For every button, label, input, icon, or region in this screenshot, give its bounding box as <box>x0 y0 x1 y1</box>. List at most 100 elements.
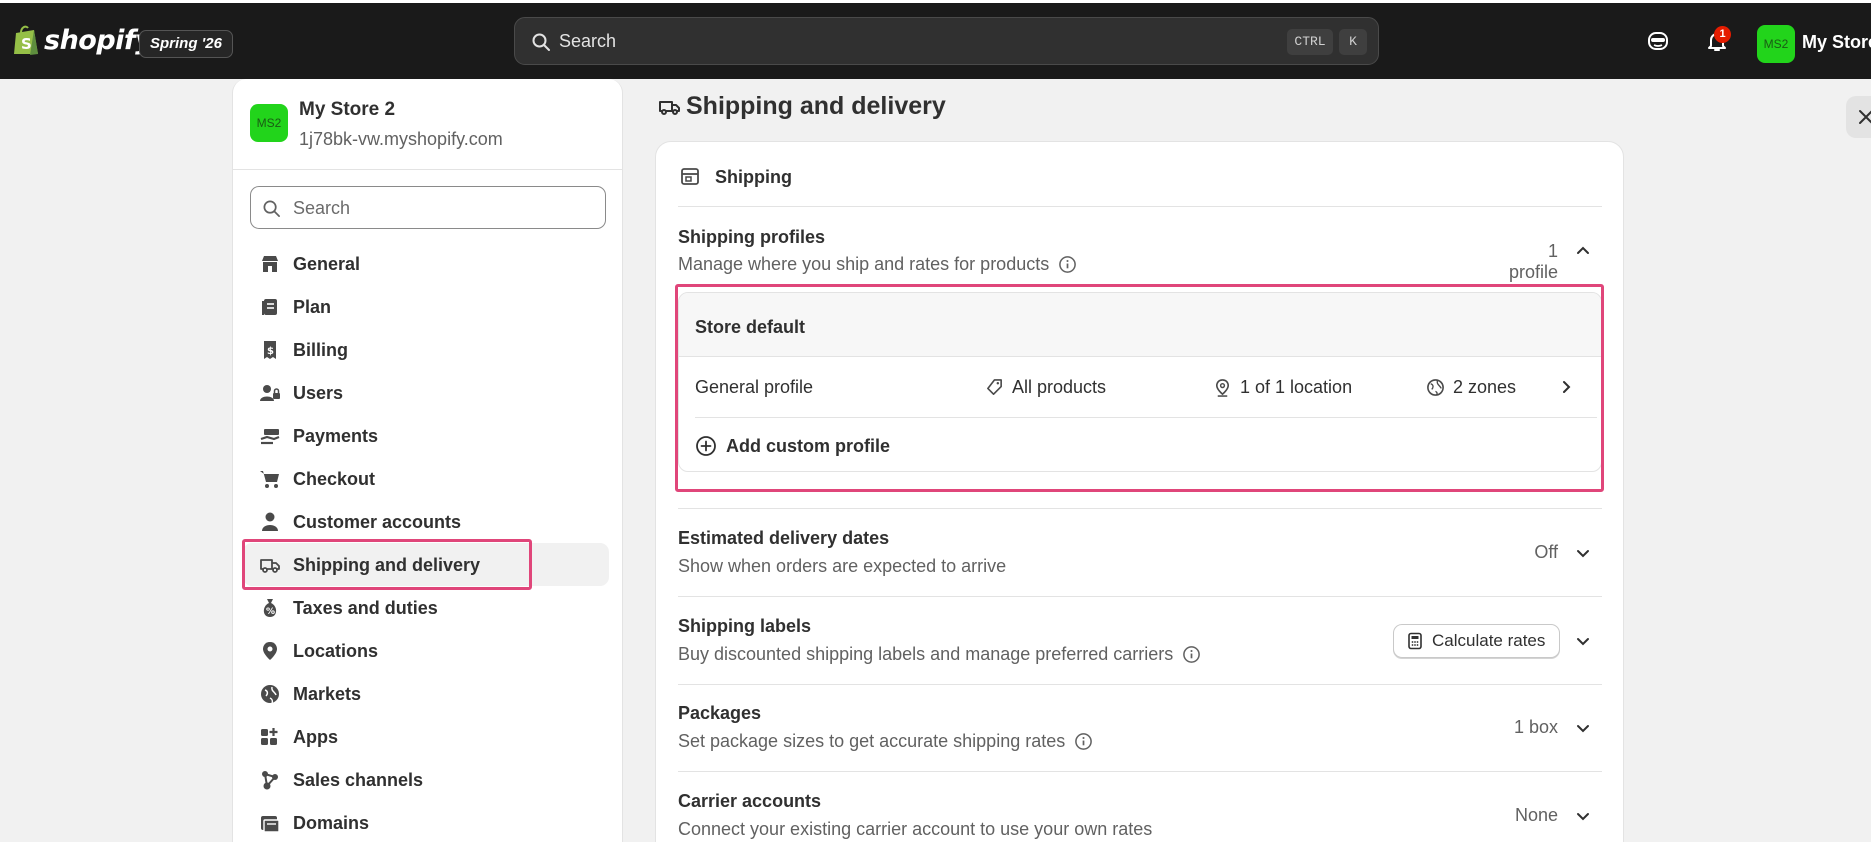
globe-icon <box>261 685 279 704</box>
shopify-bag-icon: S <box>14 25 38 55</box>
plan-icon <box>262 299 277 315</box>
shipping-card: Shipping Shipping profiles Manage where … <box>655 141 1624 842</box>
info-icon[interactable] <box>1058 255 1077 274</box>
truck-icon <box>659 100 680 115</box>
section-description: Buy discounted shipping labels and manag… <box>678 644 1201 665</box>
section-description: Set package sizes to get accurate shippi… <box>678 731 1093 752</box>
delivery-dates-section[interactable]: Estimated delivery dates Show when order… <box>678 528 1602 588</box>
sidekick-icon[interactable] <box>1646 29 1670 53</box>
store-avatar: MS2 <box>250 104 288 142</box>
shopify-logo[interactable]: S shopify <box>12 24 153 56</box>
page-title: Shipping and delivery <box>686 92 946 120</box>
profiles-list: Store default General profile All produc… <box>678 292 1602 472</box>
search-icon <box>263 200 280 217</box>
sidebar-item-domains[interactable]: Domains <box>243 801 609 842</box>
close-icon <box>1859 110 1871 124</box>
sidebar-item-general[interactable]: General <box>243 242 609 285</box>
settings-search-input[interactable]: Search <box>250 186 606 229</box>
section-title: Shipping profiles <box>678 227 825 247</box>
calculator-icon <box>1408 632 1422 650</box>
delivery-dates-status: Off <box>1534 542 1558 562</box>
shortcut-k-key: K <box>1339 29 1367 55</box>
chevron-down-icon[interactable] <box>1574 544 1592 562</box>
truck-icon <box>260 559 280 573</box>
section-description: Show when orders are expected to arrive <box>678 556 1007 576</box>
location-icon <box>263 642 277 660</box>
calculate-rates-label: Calculate rates <box>1432 631 1546 650</box>
profile-name: General profile <box>695 377 814 397</box>
profile-group-header: Store default <box>679 293 1601 357</box>
info-icon[interactable] <box>1074 732 1093 751</box>
global-search[interactable]: Search CTRL K <box>514 17 1379 65</box>
tag-icon <box>987 379 1002 395</box>
globe-icon <box>1427 379 1444 396</box>
notification-badge: 1 <box>1714 26 1731 43</box>
carrier-accounts-status: None <box>1514 805 1558 825</box>
payments-icon <box>260 429 280 445</box>
carrier-accounts-section[interactable]: Carrier accounts Connect your existing c… <box>678 791 1602 842</box>
shortcut-ctrl-key: CTRL <box>1287 29 1333 55</box>
location-pin-icon <box>1215 379 1230 397</box>
brand-wordmark: shopify <box>44 24 153 56</box>
edition-badge[interactable]: Spring '26 <box>139 30 233 58</box>
chevron-right-icon[interactable] <box>1557 378 1575 396</box>
top-bar: S shopify Spring '26 Search CTRL K 1 MS2… <box>0 0 1871 79</box>
section-title: Estimated delivery dates <box>678 528 890 548</box>
profile-products: All products <box>985 377 1106 398</box>
account-avatar[interactable]: MS2 <box>1757 25 1795 63</box>
store-switcher[interactable]: MS2 My Store 2 1j78bk-vw.myshopify.com <box>233 79 622 170</box>
sidebar-item-locations[interactable]: Locations <box>243 629 609 672</box>
info-icon[interactable] <box>1182 645 1201 664</box>
section-divider <box>678 508 1602 509</box>
search-placeholder: Search <box>559 31 617 51</box>
account-store-name[interactable]: My Store <box>1802 32 1871 53</box>
svg-text:$: $ <box>267 346 274 357</box>
store-name: My Store 2 <box>299 99 396 120</box>
svg-text:%: % <box>266 607 275 617</box>
sidebar-item-payments[interactable]: Payments <box>243 414 609 457</box>
apps-icon <box>261 728 278 745</box>
sidebar-item-shipping-and-delivery[interactable]: Shipping and delivery <box>243 543 609 586</box>
search-placeholder: Search <box>293 198 351 218</box>
sidebar-item-billing[interactable]: $ Billing <box>243 328 609 371</box>
chevron-down-icon[interactable] <box>1574 807 1592 825</box>
shipping-box-icon <box>681 168 699 185</box>
sidebar-item-users[interactable]: Users <box>243 371 609 414</box>
sidebar-item-checkout[interactable]: Checkout <box>243 457 609 500</box>
domains-icon <box>261 816 280 833</box>
section-divider <box>678 596 1602 597</box>
chevron-up-icon[interactable] <box>1574 242 1592 260</box>
card-header: Shipping <box>678 142 1602 207</box>
section-title: Shipping labels <box>678 616 812 636</box>
channels-icon <box>262 771 278 790</box>
sidebar-item-plan[interactable]: Plan <box>243 285 609 328</box>
sidebar-item-sales-channels[interactable]: Sales channels <box>243 758 609 801</box>
profile-count: 1 profile <box>1508 241 1558 282</box>
close-settings-button[interactable] <box>1846 96 1871 138</box>
settings-nav: General Plan $ Billing Users Payments Ch… <box>243 242 609 842</box>
search-icon <box>532 33 550 51</box>
users-icon <box>260 385 280 401</box>
section-description: Manage where you ship and rates for prod… <box>678 254 1077 275</box>
sidebar-item-customer-accounts[interactable]: Customer accounts <box>243 500 609 543</box>
store-domain: 1j78bk-vw.myshopify.com <box>299 129 503 149</box>
chevron-down-icon[interactable] <box>1574 719 1592 737</box>
sidebar-item-apps[interactable]: Apps <box>243 715 609 758</box>
add-custom-profile-button[interactable]: Add custom profile <box>695 435 890 457</box>
calculate-rates-button[interactable]: Calculate rates <box>1393 624 1561 658</box>
row-divider <box>695 417 1597 418</box>
packages-section[interactable]: Packages Set package sizes to get accura… <box>678 703 1602 763</box>
profile-zones: 2 zones <box>1426 377 1516 398</box>
general-profile-row[interactable]: General profile All products 1 of 1 loca… <box>679 357 1601 417</box>
section-title: Carrier accounts <box>678 791 822 811</box>
settings-sidebar: MS2 My Store 2 1j78bk-vw.myshopify.com S… <box>232 79 623 842</box>
sidebar-item-markets[interactable]: Markets <box>243 672 609 715</box>
plus-circle-icon <box>696 436 716 456</box>
chevron-down-icon[interactable] <box>1574 632 1592 650</box>
sidebar-item-taxes-and-duties[interactable]: % Taxes and duties <box>243 586 609 629</box>
profile-locations: 1 of 1 location <box>1213 377 1352 398</box>
section-title: Packages <box>678 703 762 723</box>
shipping-profiles-section[interactable]: Shipping profiles Manage where you ship … <box>678 227 1602 287</box>
svg-text:S: S <box>21 35 32 53</box>
section-description: Connect your existing carrier account to… <box>678 819 1153 839</box>
